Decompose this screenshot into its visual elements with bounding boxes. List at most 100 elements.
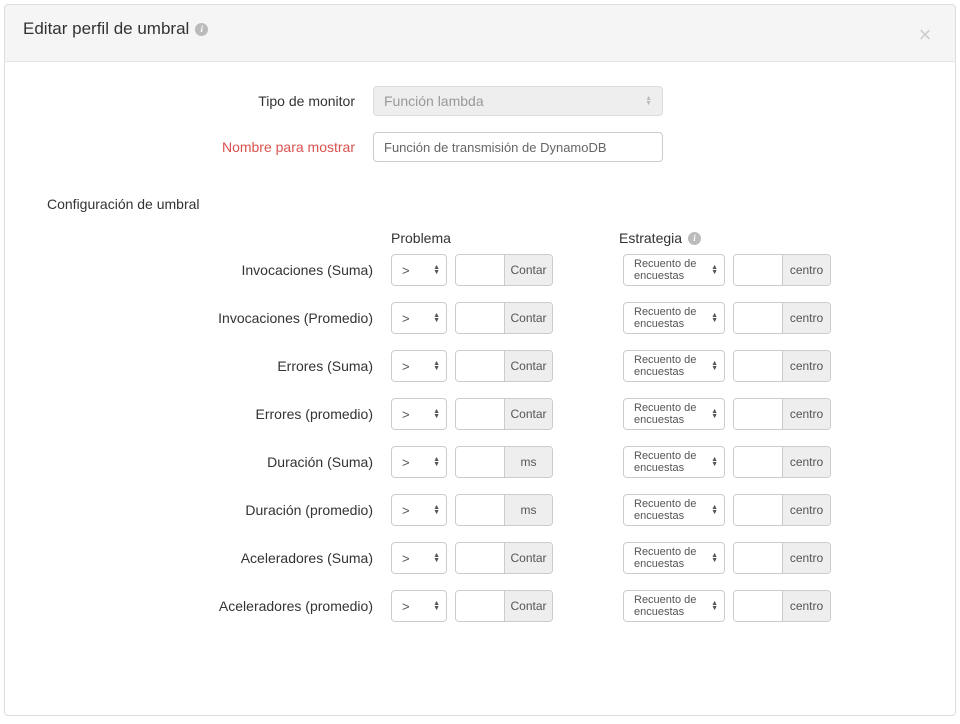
operator-select[interactable]: > ▲▼ [391,350,447,382]
select-arrows-icon: ▲▼ [433,409,440,419]
strategy-unit-addon: centro [782,303,830,333]
threshold-rows-container: Invocaciones (Suma) > ▲▼ Contar Recuento… [33,254,927,622]
threshold-label: Duración (Suma) [33,454,391,470]
select-arrows-icon: ▲▼ [433,601,440,611]
select-arrows-icon: ▲▼ [433,457,440,467]
strategy-select[interactable]: Recuento de encuestas ▲▼ [623,302,725,334]
problem-value-input[interactable] [456,255,504,285]
edit-threshold-modal: Editar perfil de umbral i × Tipo de moni… [4,4,956,716]
info-icon[interactable]: i [688,232,701,245]
threshold-label: Aceleradores (promedio) [33,598,391,614]
operator-select[interactable]: > ▲▼ [391,494,447,526]
strategy-select[interactable]: Recuento de encuestas ▲▼ [623,350,725,382]
operator-select[interactable]: > ▲▼ [391,398,447,430]
strategy-select[interactable]: Recuento de encuestas ▲▼ [623,590,725,622]
operator-select[interactable]: > ▲▼ [391,446,447,478]
operator-value: > [402,503,410,518]
threshold-row: Errores (promedio) > ▲▼ Contar Recuento … [33,398,927,430]
problem-unit-addon: Contar [504,399,552,429]
select-arrows-icon: ▲▼ [433,265,440,275]
problem-value-group: Contar [455,350,553,382]
strategy-value: Recuento de encuestas [634,402,705,426]
problem-value-input[interactable] [456,399,504,429]
strategy-select[interactable]: Recuento de encuestas ▲▼ [623,398,725,430]
strategy-value-input[interactable] [734,447,782,477]
strategy-select[interactable]: Recuento de encuestas ▲▼ [623,254,725,286]
problem-unit-addon: ms [504,447,552,477]
strategy-value-input[interactable] [734,591,782,621]
monitor-type-select: Función lambda ▲▼ [373,86,663,116]
strategy-value-group: centro [733,302,831,334]
problem-value-input[interactable] [456,447,504,477]
threshold-row: Aceleradores (Suma) > ▲▼ Contar Recuento… [33,542,927,574]
header-spacer [33,230,391,246]
problem-value-input[interactable] [456,351,504,381]
threshold-row: Invocaciones (Suma) > ▲▼ Contar Recuento… [33,254,927,286]
select-arrows-icon: ▲▼ [711,601,718,611]
strategy-value-group: centro [733,590,831,622]
strategy-value-input[interactable] [734,543,782,573]
problem-unit-addon: Contar [504,591,552,621]
threshold-label: Invocaciones (Suma) [33,262,391,278]
threshold-columns-header: Problema Estrategia i [33,230,927,246]
display-name-row: Nombre para mostrar [33,132,927,162]
operator-value: > [402,263,410,278]
threshold-row: Duración (promedio) > ▲▼ ms Recuento de … [33,494,927,526]
select-arrows-icon: ▲▼ [433,553,440,563]
operator-value: > [402,551,410,566]
select-arrows-icon: ▲▼ [711,409,718,419]
select-arrows-icon: ▲▼ [711,505,718,515]
strategy-unit-addon: centro [782,399,830,429]
strategy-select[interactable]: Recuento de encuestas ▲▼ [623,542,725,574]
problem-value-group: Contar [455,254,553,286]
strategy-value-group: centro [733,494,831,526]
select-arrows-icon: ▲▼ [433,505,440,515]
strategy-unit-addon: centro [782,591,830,621]
strategy-value: Recuento de encuestas [634,258,705,282]
strategy-value: Recuento de encuestas [634,354,705,378]
column-strategy: Estrategia i [619,230,701,246]
monitor-type-row: Tipo de monitor Función lambda ▲▼ [33,86,927,116]
problem-value-input[interactable] [456,591,504,621]
operator-select[interactable]: > ▲▼ [391,542,447,574]
strategy-value: Recuento de encuestas [634,594,705,618]
strategy-unit-addon: centro [782,351,830,381]
strategy-value-group: centro [733,254,831,286]
threshold-label: Errores (promedio) [33,406,391,422]
strategy-value-input[interactable] [734,399,782,429]
threshold-row: Aceleradores (promedio) > ▲▼ Contar Recu… [33,590,927,622]
strategy-value-input[interactable] [734,351,782,381]
display-name-input[interactable] [373,132,663,162]
strategy-select[interactable]: Recuento de encuestas ▲▼ [623,494,725,526]
problem-value-input[interactable] [456,543,504,573]
problem-unit-addon: Contar [504,303,552,333]
operator-value: > [402,455,410,470]
modal-title-text: Editar perfil de umbral [23,19,189,39]
threshold-label: Errores (Suma) [33,358,391,374]
operator-select[interactable]: > ▲▼ [391,254,447,286]
operator-select[interactable]: > ▲▼ [391,302,447,334]
close-button[interactable]: × [913,23,937,47]
operator-select[interactable]: > ▲▼ [391,590,447,622]
strategy-value-group: centro [733,542,831,574]
problem-value-group: Contar [455,302,553,334]
threshold-section-title: Configuración de umbral [47,196,927,212]
problem-value-input[interactable] [456,495,504,525]
strategy-select[interactable]: Recuento de encuestas ▲▼ [623,446,725,478]
strategy-value-input[interactable] [734,255,782,285]
strategy-value: Recuento de encuestas [634,498,705,522]
threshold-row: Errores (Suma) > ▲▼ Contar Recuento de e… [33,350,927,382]
threshold-label: Invocaciones (Promedio) [33,310,391,326]
problem-value-group: ms [455,446,553,478]
strategy-unit-addon: centro [782,447,830,477]
problem-value-group: Contar [455,590,553,622]
problem-value-group: Contar [455,542,553,574]
problem-unit-addon: Contar [504,255,552,285]
modal-header: Editar perfil de umbral i × [5,5,955,62]
problem-value-input[interactable] [456,303,504,333]
strategy-value-input[interactable] [734,303,782,333]
operator-value: > [402,599,410,614]
strategy-value-input[interactable] [734,495,782,525]
threshold-row: Duración (Suma) > ▲▼ ms Recuento de encu… [33,446,927,478]
info-icon[interactable]: i [195,23,208,36]
